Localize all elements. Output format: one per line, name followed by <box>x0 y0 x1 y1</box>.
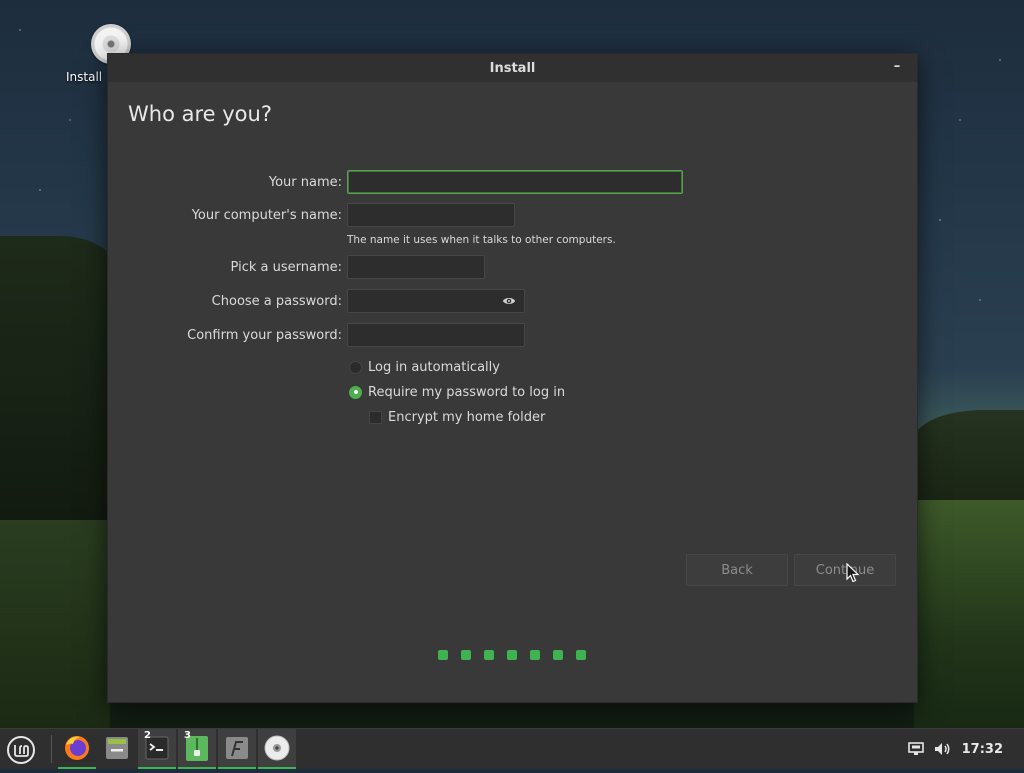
require-password-option[interactable]: Require my password to log in <box>349 383 565 401</box>
require-password-radio[interactable] <box>349 385 362 399</box>
window-count-badge: 2 <box>144 730 151 741</box>
page-title: Who are you? <box>128 102 272 126</box>
computer-name-hint: The name it uses when it talks to other … <box>347 234 616 246</box>
volume-icon[interactable] <box>934 741 952 757</box>
taskbar-app-archive-manager[interactable]: 3 <box>178 729 216 769</box>
computer-name-input[interactable] <box>347 203 515 227</box>
password-row: Choose a password: <box>108 289 917 315</box>
show-password-eye-icon[interactable] <box>502 294 516 308</box>
taskbar-app-font-viewer[interactable] <box>218 729 256 769</box>
wallpaper-field-left <box>0 520 110 730</box>
clock[interactable]: 17:32 <box>962 742 1003 757</box>
require-password-label: Require my password to log in <box>368 384 566 400</box>
login-automatically-radio[interactable] <box>349 360 362 374</box>
mouse-pointer-icon <box>846 563 860 583</box>
login-automatically-label: Log in automatically <box>368 359 500 375</box>
username-label: Pick a username: <box>230 260 342 275</box>
progress-step-dot <box>461 650 471 660</box>
installer-window: Install – Who are you? Your name: Your c… <box>107 53 918 703</box>
progress-step-dot <box>553 650 563 660</box>
computer-name-row: Your computer's name: <box>108 203 917 229</box>
files-icon <box>106 737 128 759</box>
window-count-badge: 3 <box>184 730 191 741</box>
taskbar-app-firefox[interactable] <box>58 729 96 769</box>
progress-step-dot <box>484 650 494 660</box>
confirm-password-label: Confirm your password: <box>187 328 342 343</box>
computer-name-label: Your computer's name: <box>191 208 342 223</box>
minimize-button[interactable]: – <box>891 60 903 74</box>
mint-menu-icon[interactable] <box>6 735 36 765</box>
running-indicator <box>258 767 296 769</box>
window-titlebar[interactable]: Install – <box>108 54 917 82</box>
confirm-password-row: Confirm your password: <box>108 323 917 349</box>
taskbar-app-files[interactable] <box>98 729 136 769</box>
running-indicator <box>138 767 176 769</box>
login-automatically-option[interactable]: Log in automatically <box>349 358 500 376</box>
taskbar: 2 3 17:32 <box>0 728 1024 769</box>
font-viewer-icon <box>226 737 248 759</box>
continue-button[interactable]: Continue <box>794 554 896 586</box>
installer-disc-icon <box>264 735 290 761</box>
username-input[interactable] <box>347 255 485 279</box>
encrypt-home-label: Encrypt my home folder <box>388 409 546 425</box>
system-tray: 17:32 <box>907 729 1024 769</box>
confirm-password-input[interactable] <box>347 323 525 347</box>
encrypt-home-option[interactable]: Encrypt my home folder <box>369 408 545 426</box>
name-row: Your name: <box>108 170 917 196</box>
taskbar-app-installer[interactable] <box>258 729 296 769</box>
name-label: Your name: <box>268 175 342 190</box>
progress-step-dot <box>530 650 540 660</box>
password-field[interactable] <box>347 289 525 313</box>
firefox-icon <box>65 736 89 760</box>
name-input[interactable] <box>347 170 683 194</box>
wallpaper-field-right <box>914 500 1024 730</box>
encrypt-home-checkbox[interactable] <box>369 410 382 424</box>
progress-step-dot <box>438 650 448 660</box>
progress-step-dot <box>507 650 517 660</box>
network-icon[interactable] <box>907 742 924 756</box>
back-button[interactable]: Back <box>686 554 788 586</box>
progress-step-dot <box>576 650 586 660</box>
password-label: Choose a password: <box>211 294 342 309</box>
taskbar-app-terminal[interactable]: 2 <box>138 729 176 769</box>
window-title: Install <box>489 60 536 76</box>
running-indicator <box>218 767 256 769</box>
progress-steps <box>438 650 586 660</box>
username-row: Pick a username: <box>108 255 917 281</box>
taskbar-separator <box>51 735 52 763</box>
wallpaper-hill-left <box>0 236 120 536</box>
running-indicator <box>178 767 216 769</box>
running-indicator <box>58 767 96 769</box>
